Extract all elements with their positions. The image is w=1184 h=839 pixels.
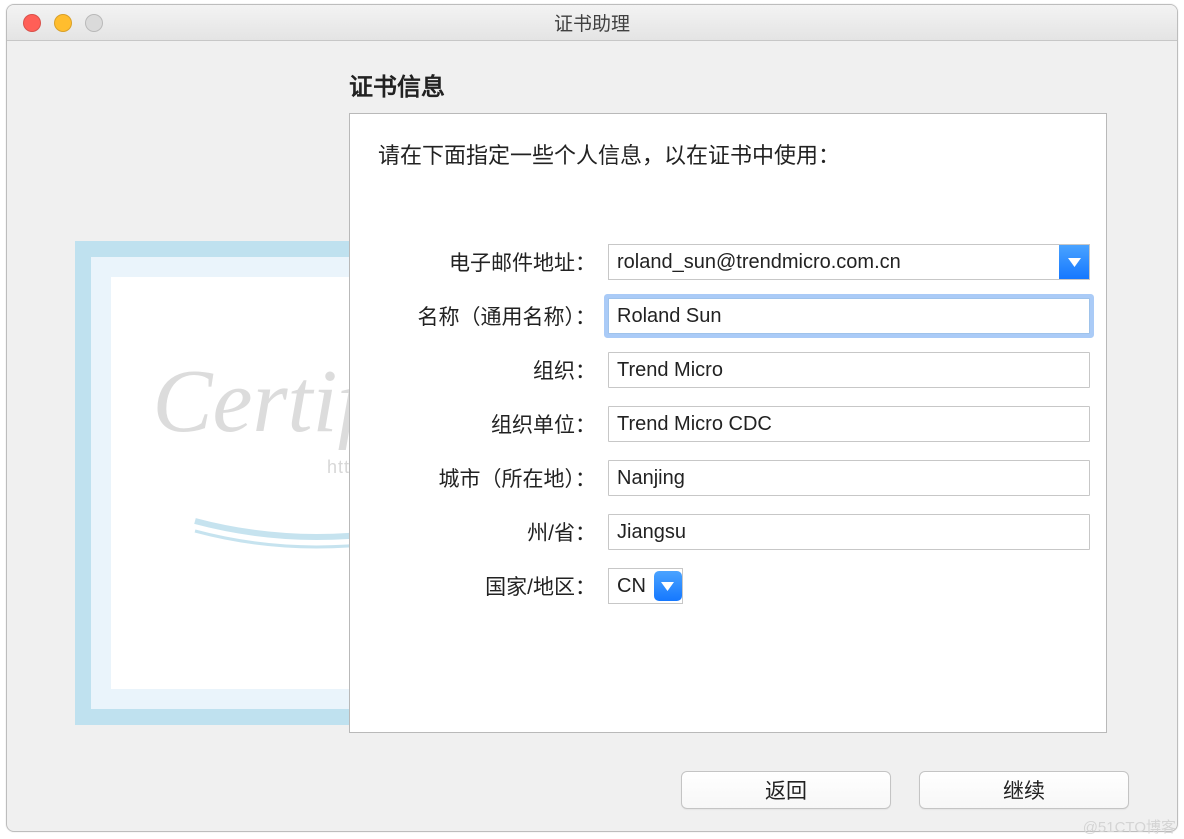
- row-province: 州/省：: [390, 514, 1090, 550]
- continue-button[interactable]: 继续: [919, 771, 1129, 809]
- maximize-icon: [85, 14, 103, 32]
- section-title: 证书信息: [349, 67, 445, 102]
- minimize-icon[interactable]: [54, 14, 72, 32]
- footer-buttons: 返回 继续: [681, 771, 1129, 809]
- row-email: 电子邮件地址： roland_sun@trendmicro.com.cn: [390, 244, 1090, 280]
- label-city: 城市（所在地）：: [390, 463, 608, 493]
- chevron-down-icon[interactable]: [1059, 245, 1089, 279]
- city-field[interactable]: [608, 460, 1090, 496]
- label-country: 国家/地区：: [390, 571, 608, 601]
- label-email: 电子邮件地址：: [390, 247, 608, 277]
- country-select[interactable]: CN: [608, 568, 683, 604]
- label-name: 名称（通用名称）：: [390, 301, 608, 331]
- content-area: Certificate http://blog.csdn.net/ 证书信息 请…: [7, 41, 1177, 831]
- row-org: 组织：: [390, 352, 1090, 388]
- email-combobox[interactable]: roland_sun@trendmicro.com.cn: [608, 244, 1090, 280]
- row-city: 城市（所在地）：: [390, 460, 1090, 496]
- common-name-field[interactable]: [608, 298, 1090, 334]
- row-country: 国家/地区： CN: [390, 568, 1090, 604]
- label-org: 组织：: [390, 355, 608, 385]
- chevron-down-icon[interactable]: [654, 571, 682, 601]
- form-panel: 请在下面指定一些个人信息，以在证书中使用： 电子邮件地址： roland_sun…: [349, 113, 1107, 733]
- row-name: 名称（通用名称）：: [390, 298, 1090, 334]
- source-watermark: @51CTO博客: [1083, 816, 1176, 837]
- window-frame: 证书助理 Certificate http://blog.csdn.net/ 证…: [6, 4, 1178, 832]
- certificate-form: 电子邮件地址： roland_sun@trendmicro.com.cn 名称（…: [390, 244, 1090, 622]
- panel-instruction: 请在下面指定一些个人信息，以在证书中使用：: [378, 138, 840, 170]
- country-value: CN: [617, 575, 646, 598]
- label-province: 州/省：: [390, 517, 608, 547]
- row-orgunit: 组织单位：: [390, 406, 1090, 442]
- close-icon[interactable]: [23, 14, 41, 32]
- organization-field[interactable]: [608, 352, 1090, 388]
- org-unit-field[interactable]: [608, 406, 1090, 442]
- window-title: 证书助理: [7, 9, 1177, 36]
- back-button[interactable]: 返回: [681, 771, 891, 809]
- label-orgunit: 组织单位：: [390, 409, 608, 439]
- window-controls: [23, 14, 103, 32]
- province-field[interactable]: [608, 514, 1090, 550]
- email-value: roland_sun@trendmicro.com.cn: [617, 251, 1059, 274]
- titlebar: 证书助理: [7, 5, 1177, 41]
